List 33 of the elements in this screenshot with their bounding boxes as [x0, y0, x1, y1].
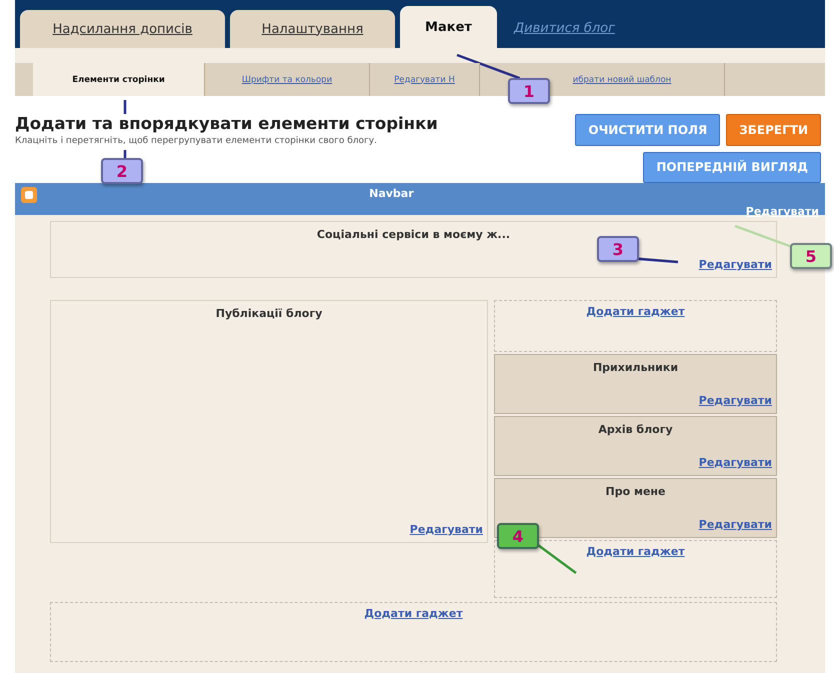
gadget-card[interactable]: Архів блогу Редагувати [494, 416, 777, 476]
callout-badge: 1 [508, 78, 550, 104]
nav-tab[interactable]: Налаштування [230, 10, 395, 48]
gadget-title: Архів блогу [597, 423, 674, 436]
action-button[interactable]: ПОПЕРЕДНІЙ ВИГЛЯД [643, 152, 821, 183]
edit-link[interactable]: Редагувати [698, 258, 772, 271]
callout-badge: 2 [101, 158, 143, 184]
nav-tab[interactable]: Макет [400, 6, 497, 48]
nav-tab[interactable]: Надсилання дописів [20, 10, 225, 48]
callout-badge: 4 [497, 523, 539, 549]
add-gadget-link[interactable]: Додати гаджет [586, 305, 685, 347]
action-button[interactable]: ОЧИСТИТИ ПОЛЯ [575, 114, 720, 146]
leader-line [537, 544, 577, 574]
view-blog-link[interactable]: Дивитися блог [514, 21, 615, 36]
edit-link[interactable]: Редагувати [698, 456, 772, 469]
edit-link[interactable]: Редагувати [698, 394, 772, 407]
page-heading: Додати та впорядкувати елементи сторінки [15, 114, 438, 133]
sub-tab[interactable]: Елементи сторінки [33, 63, 205, 96]
edit-link[interactable]: Редагувати [410, 523, 483, 536]
blog-logo-icon [21, 187, 37, 203]
gadget-title: Прихильники [592, 361, 680, 374]
add-gadget-link[interactable]: Додати гаджет [364, 607, 463, 657]
callout-badge: 5 [790, 243, 832, 269]
gadget-title: Публікації блогу [214, 307, 324, 320]
gadget-title: Соціальні сервіси в моєму ж... [316, 228, 512, 241]
action-button[interactable]: ЗБЕРЕГТИ [726, 114, 821, 146]
callout-badge: 3 [597, 236, 639, 262]
navbar-title: Navbar [368, 187, 415, 200]
edit-link[interactable]: Редагувати [698, 518, 772, 531]
edit-link[interactable]: Редагувати [746, 205, 819, 218]
add-gadget-link[interactable]: Додати гаджет [586, 545, 685, 593]
gadget-card[interactable]: Прихильники Редагувати [494, 354, 777, 414]
gadget-title: Про мене [604, 485, 666, 498]
